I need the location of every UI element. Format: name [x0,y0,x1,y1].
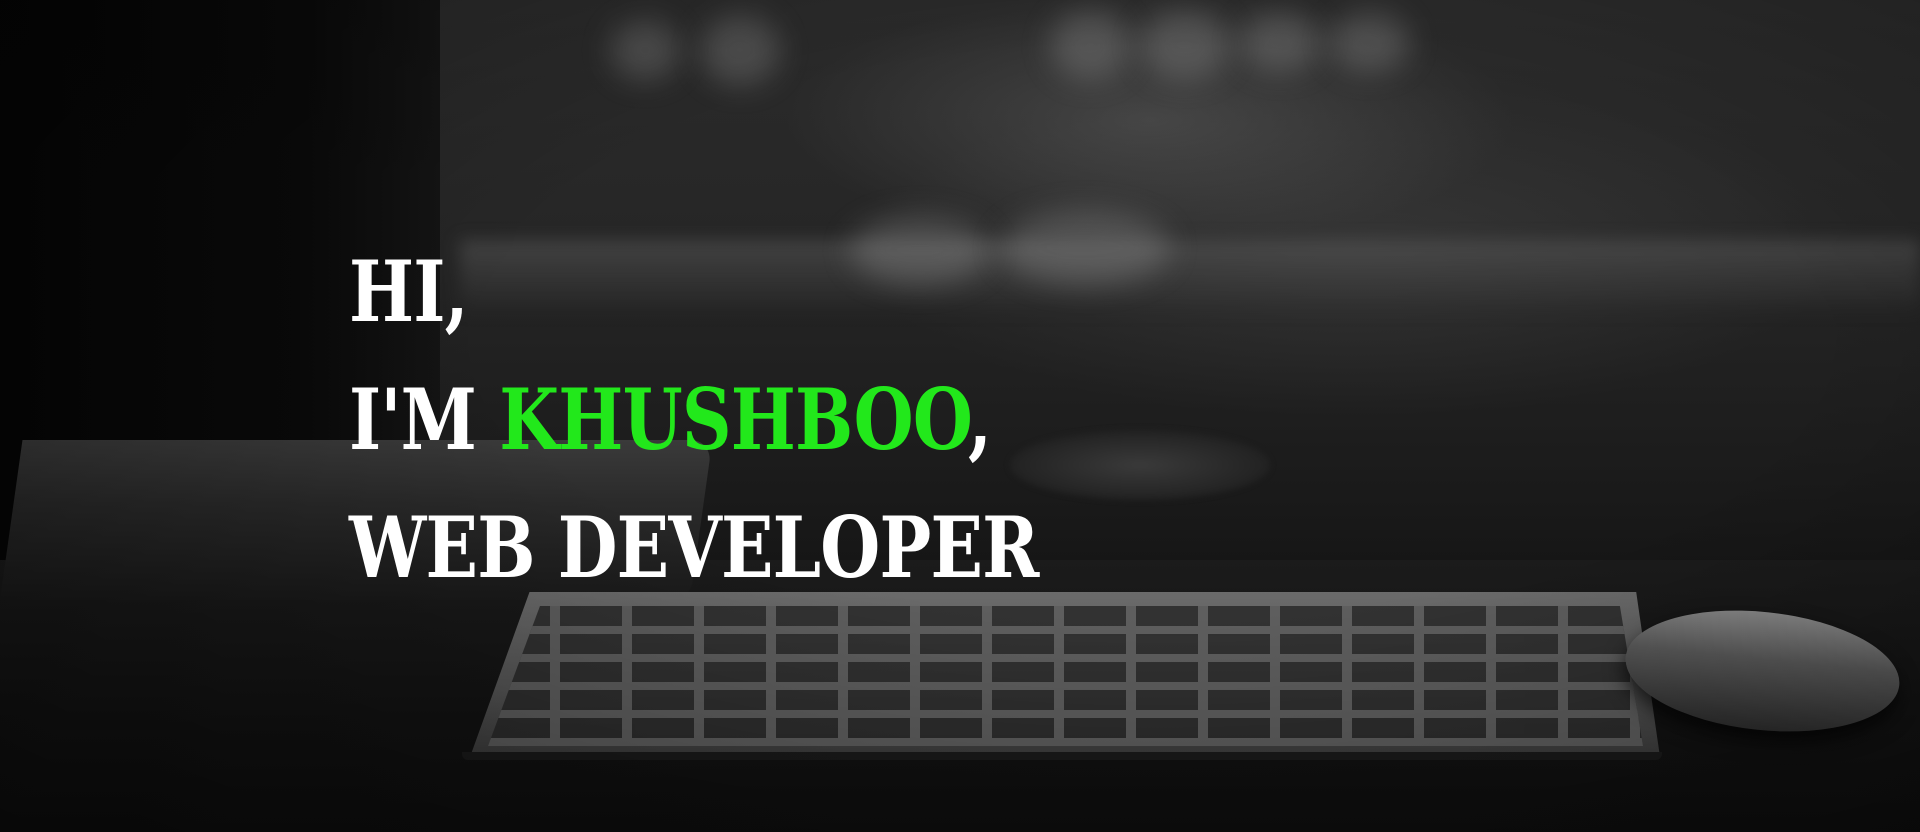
hero-headline: HI, I'M KHUSHBOO, WEB DEVELOPER [349,228,1039,612]
intro-line: I'M KHUSHBOO, [349,356,1039,484]
name-suffix: , [968,370,992,469]
name-highlight: KHUSHBOO [499,370,969,469]
hero-section: HI, I'M KHUSHBOO, WEB DEVELOPER [0,0,1920,832]
role-line: WEB DEVELOPER [349,498,1039,597]
greeting-line: HI, [349,242,469,341]
intro-prefix: I'M [349,370,477,469]
